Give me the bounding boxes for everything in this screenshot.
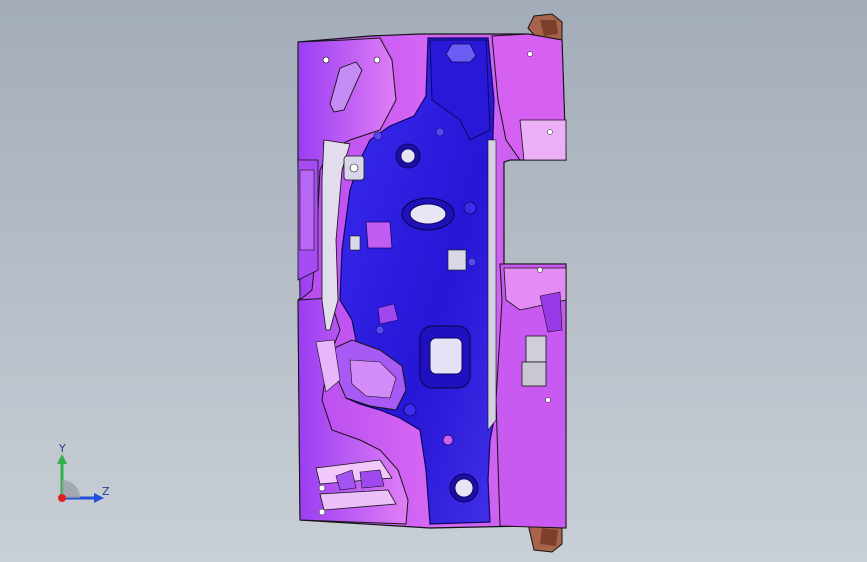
graphics-viewport[interactable]: Y Z xyxy=(0,0,867,562)
rect-window-2 xyxy=(521,361,547,387)
magenta-pocket xyxy=(365,221,393,249)
rect-window-1 xyxy=(525,335,547,363)
coordinate-triad: Y Z xyxy=(48,440,118,510)
center-oblong-hole xyxy=(401,197,455,231)
blue-square-window xyxy=(419,325,471,389)
axis-z-label: Z xyxy=(102,485,110,498)
axis-y-label: Y xyxy=(59,442,66,455)
part-model[interactable] xyxy=(0,0,867,562)
